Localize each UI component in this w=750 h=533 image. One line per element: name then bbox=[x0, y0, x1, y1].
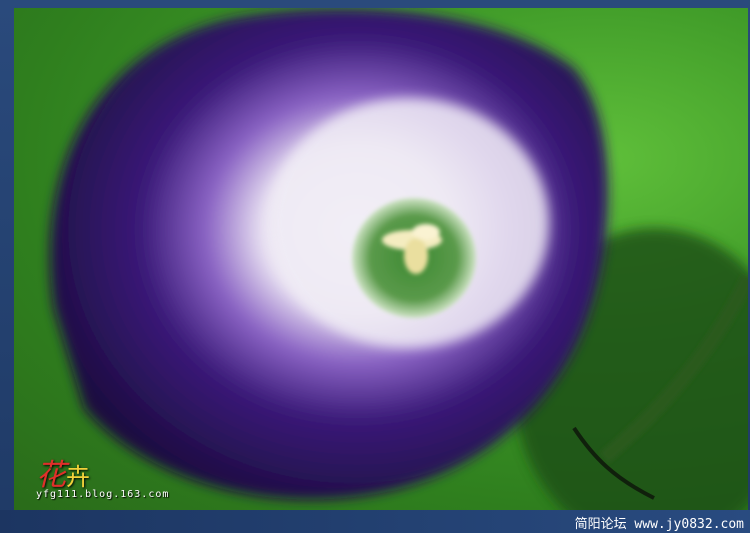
forum-url: www.jy0832.com bbox=[634, 517, 744, 532]
morning-glory-flower-icon bbox=[50, 8, 748, 510]
image-frame: 花卉 yfg111.blog.163.com 简阳论坛 www.jy0832.c… bbox=[0, 0, 750, 533]
signature-char-2: 卉 bbox=[66, 463, 90, 491]
forum-watermark: 简阳论坛 www.jy0832.com bbox=[575, 513, 744, 532]
signature-url: yfg111.blog.163.com bbox=[36, 489, 170, 500]
forum-name: 简阳论坛 bbox=[574, 517, 627, 532]
signature-char-1: 花 bbox=[36, 458, 66, 493]
flower-photo: 花卉 yfg111.blog.163.com bbox=[14, 8, 748, 510]
photographer-signature: 花卉 bbox=[36, 450, 90, 494]
